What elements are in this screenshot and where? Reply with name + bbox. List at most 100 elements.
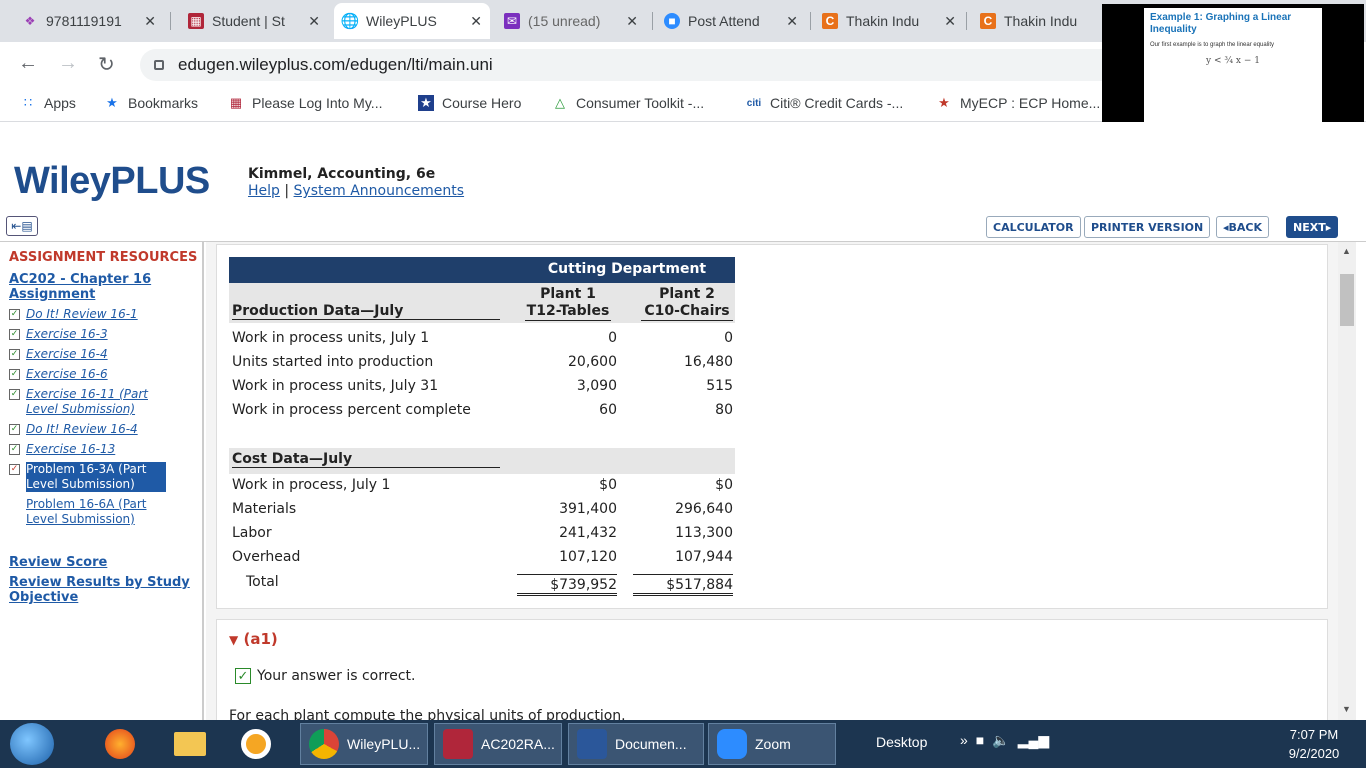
diamond-icon: ❖ — [24, 14, 36, 28]
table-row: Materials 391,400 296,640 — [232, 501, 733, 517]
reload-icon[interactable]: ↻ — [98, 52, 115, 77]
system-announcements-link[interactable]: System Announcements — [294, 183, 465, 199]
main-content: Cutting Department Production Data—July … — [206, 242, 1338, 720]
apps-grid-icon: ∷ — [23, 95, 33, 110]
problem-panel: Cutting Department Production Data—July … — [216, 244, 1328, 609]
plant1-header: Plant 1 T12-Tables — [525, 286, 611, 321]
next-button[interactable]: NEXT▸ — [1286, 216, 1339, 238]
part-a1-toggle[interactable]: ▼ (a1) — [229, 630, 278, 648]
bookmark-consumer-toolkit[interactable]: △ Consumer Toolkit -... — [552, 95, 704, 111]
c-icon: C — [822, 13, 838, 29]
start-button[interactable] — [10, 723, 54, 765]
sidebar-item-exercise-16-13[interactable]: ✓ Exercise 16-13 — [9, 442, 202, 457]
sidebar-item-do-it-16-4[interactable]: ✓ Do It! Review 16-4 — [9, 422, 202, 437]
sidebar-item-exercise-16-4[interactable]: ✓ Exercise 16-4 — [9, 347, 202, 362]
chevron-right-icon[interactable]: » — [960, 732, 968, 749]
close-icon[interactable]: ✕ — [144, 13, 156, 30]
table-row: Work in process percent complete 60 80 — [232, 402, 733, 418]
close-icon[interactable]: ✕ — [470, 13, 482, 30]
forward-arrow-icon[interactable]: → — [58, 52, 78, 75]
system-tray: » ■ 🔈 ▂▄▆ — [960, 732, 1049, 749]
table-row: Work in process units, July 1 0 0 — [232, 330, 733, 346]
checkbox-checked-icon: ✓ — [9, 444, 20, 455]
help-link[interactable]: Help — [248, 183, 280, 199]
sidebar-item-exercise-16-6[interactable]: ✓ Exercise 16-6 — [9, 367, 202, 382]
bookmark-citi[interactable]: citi Citi® Credit Cards -... — [746, 95, 903, 111]
volume-icon[interactable]: 🔈 — [992, 732, 1009, 749]
sidebar-heading: ASSIGNMENT RESOURCES — [9, 250, 198, 265]
video-equation: y < ¾ x − 1 — [1206, 56, 1260, 66]
checkbox-checked-icon: ✓ — [9, 424, 20, 435]
checkbox-current-icon: ✓ — [9, 464, 20, 475]
calculator-button[interactable]: CALCULATOR — [986, 216, 1081, 238]
sidebar-item-exercise-16-11[interactable]: ✓ Exercise 16-11 (Part Level Submission) — [9, 387, 202, 417]
scroll-up-icon[interactable]: ▲ — [1342, 246, 1351, 256]
folder-icon[interactable] — [170, 726, 210, 762]
collapse-sidebar-icon[interactable]: ⇤▤ — [6, 216, 38, 236]
url-input[interactable]: edugen.wileyplus.com/edugen/lti/main.uni — [140, 49, 1240, 81]
bookstore-icon — [443, 729, 473, 759]
tab-student[interactable]: ▦ Student | St ✕ — [180, 3, 328, 39]
plant2-header: Plant 2 C10-Chairs — [641, 286, 733, 321]
sidebar-item-problem-16-6a[interactable]: Problem 16-6A (Part Level Submission) — [9, 497, 202, 527]
column-header-row: Production Data—July Plant 1 T12-Tables … — [229, 283, 735, 323]
back-button[interactable]: ◂BACK — [1216, 216, 1270, 238]
tab-thakin-2[interactable]: C Thakin Indu — [972, 3, 1102, 39]
tab-thakin-1[interactable]: C Thakin Indu ✕ — [814, 3, 964, 39]
close-icon[interactable]: ✕ — [944, 13, 956, 30]
sidebar-item-do-it-16-1[interactable]: ✓ Do It! Review 16-1 — [9, 307, 202, 322]
bookmark-bookmarks[interactable]: ★ Bookmarks — [104, 95, 198, 111]
sidebar-item-exercise-16-3[interactable]: ✓ Exercise 16-3 — [9, 327, 202, 342]
answer-panel: ▼ (a1) ✓ Your answer is correct. For eac… — [216, 619, 1328, 720]
printer-version-button[interactable]: PRINTER VERSION — [1084, 216, 1211, 238]
taskbar-app-ac202[interactable]: AC202RA... — [434, 723, 562, 765]
firefox-icon[interactable] — [100, 726, 140, 762]
lock-icon — [154, 60, 164, 70]
taskbar-app-zoom[interactable]: Zoom — [708, 723, 836, 765]
production-heading: Production Data—July — [232, 303, 500, 320]
total-plant2: $517,884 — [633, 574, 733, 596]
wiley-header: WileyPLUS Kimmel, Accounting, 6e Help | … — [0, 122, 1366, 212]
desktop-toolbar[interactable]: Desktop — [876, 734, 927, 750]
course-hero-icon: ★ — [418, 95, 434, 111]
caret-down-icon: ▼ — [229, 633, 239, 647]
tab-mail[interactable]: ✉ (15 unread) ✕ — [496, 3, 646, 39]
check-icon: ✓ — [235, 668, 251, 684]
total-row: Total $739,952 $517,884 — [229, 571, 735, 596]
star-icon: ★ — [106, 95, 118, 110]
table-row: Work in process, July 1 $0 $0 — [232, 477, 733, 493]
network-icon[interactable]: ▂▄▆ — [1018, 732, 1049, 749]
triangle-icon: △ — [555, 95, 565, 110]
taskbar-app-wileyplus[interactable]: WileyPLU... — [300, 723, 428, 765]
close-icon[interactable]: ✕ — [308, 13, 320, 30]
scroll-down-icon[interactable]: ▼ — [1342, 704, 1351, 714]
bookmark-course-hero[interactable]: ★ Course Hero — [418, 95, 521, 111]
header-links: Help | System Announcements — [248, 183, 465, 199]
taskbar-app-document[interactable]: Documen... — [568, 723, 704, 765]
scroll-thumb[interactable] — [1340, 274, 1354, 326]
cost-heading: Cost Data—July — [232, 451, 500, 468]
close-icon[interactable]: ✕ — [626, 13, 638, 30]
tab-isbn[interactable]: ❖ 9781119191 ✕ — [14, 3, 164, 39]
bookmark-apps[interactable]: ∷ Apps — [20, 95, 76, 111]
notification-icon[interactable]: ■ — [976, 732, 984, 749]
review-score-link[interactable]: Review Score — [9, 555, 202, 570]
question-prompt: For each plant compute the physical unit… — [229, 708, 626, 720]
review-results-link[interactable]: Review Results by Study Objective — [9, 575, 202, 605]
close-icon[interactable]: ✕ — [786, 13, 798, 30]
table-row: Units started into production 20,600 16,… — [232, 354, 733, 370]
tab-wileyplus[interactable]: 🌐 WileyPLUS ✕ — [334, 3, 490, 39]
bookmark-myecp[interactable]: ★ MyECP : ECP Home... — [936, 95, 1100, 111]
table-row: Work in process units, July 31 3,090 515 — [232, 378, 733, 394]
back-arrow-icon[interactable]: ← — [18, 52, 38, 75]
checkbox-checked-icon: ✓ — [9, 369, 20, 380]
checkbox-checked-icon: ✓ — [9, 389, 20, 400]
tab-post-attend[interactable]: ■ Post Attend ✕ — [656, 3, 806, 39]
sidebar-item-problem-16-3a[interactable]: ✓ Problem 16-3A (Part Level Submission) — [9, 462, 202, 492]
table-row: Labor 241,432 113,300 — [232, 525, 733, 541]
chrome-lock-icon[interactable] — [236, 726, 276, 762]
bookmark-please-log-in[interactable]: ▦ Please Log Into My... — [228, 95, 383, 111]
vertical-scrollbar[interactable]: ▲ ▼ — [1338, 242, 1356, 720]
assignment-link[interactable]: AC202 - Chapter 16 Assignment — [9, 272, 202, 302]
system-clock[interactable]: 7:07 PM 9/2/2020 — [1268, 725, 1360, 763]
